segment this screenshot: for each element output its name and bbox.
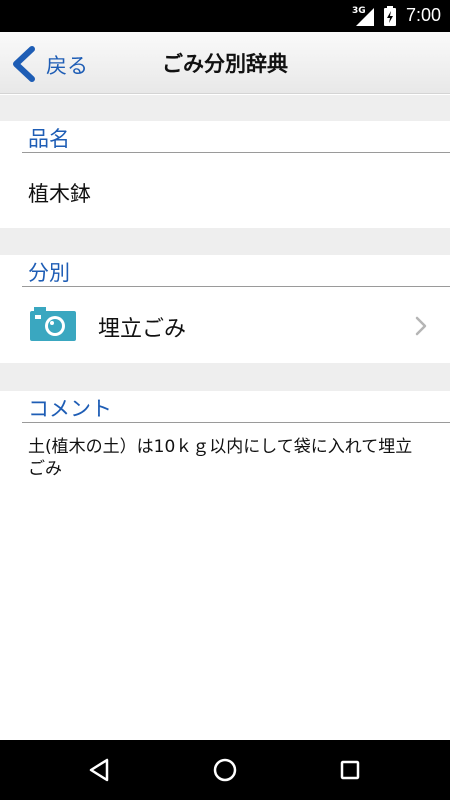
divider [22,286,450,287]
category-header: 分別 [0,255,450,287]
app-bar: 戻る ごみ分別辞典 [0,32,450,94]
comment-text: 土(植木の土）は10ｋｇ以内にして袋に入れて埋立ごみ [28,437,413,479]
divider [22,422,450,423]
item-name-header: 品名 [0,121,450,153]
category-header-label: 分別 [28,261,70,285]
page-title: ごみ分別辞典 [162,52,288,76]
comment-header-label: コメント [28,397,112,421]
chevron-right-icon [415,316,427,336]
status-bar: 3G 7:00 [0,0,450,32]
navigation-bar [0,740,450,800]
divider [22,152,450,153]
item-name-header-label: 品名 [28,127,70,151]
home-circle-icon[interactable] [210,755,240,785]
camera-icon [30,307,76,341]
clock: 7:00 [406,5,442,25]
section-gap [0,228,450,255]
comment-header: コメント [0,391,450,423]
section-gap [0,95,450,121]
back-triangle-icon[interactable] [85,755,115,785]
item-name-value: 植木鉢 [28,182,91,206]
signal-icon [356,8,374,26]
battery-charging-icon [384,6,396,26]
category-row[interactable]: 埋立ごみ [0,288,450,363]
section-gap [0,363,450,391]
category-label: 埋立ごみ [98,317,187,342]
recents-square-icon[interactable] [335,755,365,785]
